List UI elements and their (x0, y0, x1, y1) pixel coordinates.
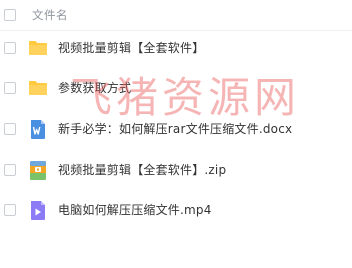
file-name[interactable]: 新手必学：如何解压rar文件压缩文件.docx (58, 120, 292, 137)
file-name[interactable]: 参数获取方式 (58, 79, 131, 96)
zip-archive-icon (30, 161, 46, 180)
row-checkbox[interactable] (4, 204, 16, 216)
row-checkbox[interactable] (4, 123, 16, 135)
folder-icon (29, 81, 47, 95)
row-checkbox[interactable] (4, 82, 16, 94)
file-row-archive[interactable]: 视频批量剪辑【全套软件】.zip (0, 150, 352, 190)
file-row-folder[interactable]: 参数获取方式 (0, 68, 352, 108)
file-name[interactable]: 视频批量剪辑【全套软件】 (58, 39, 204, 56)
word-doc-icon (31, 120, 45, 139)
video-file-icon (31, 201, 45, 220)
select-all-checkbox[interactable] (4, 9, 16, 21)
file-row-video[interactable]: 电脑如何解压压缩文件.mp4 (0, 190, 352, 230)
file-name[interactable]: 电脑如何解压压缩文件.mp4 (58, 201, 212, 218)
file-list-header: 文件名 (0, 0, 352, 30)
file-row-folder[interactable]: 视频批量剪辑【全套软件】 (0, 28, 352, 68)
row-checkbox[interactable] (4, 42, 16, 54)
file-name[interactable]: 视频批量剪辑【全套软件】.zip (58, 161, 226, 178)
folder-icon (29, 41, 47, 55)
column-header-filename[interactable]: 文件名 (32, 7, 68, 23)
row-checkbox[interactable] (4, 164, 16, 176)
file-row-document[interactable]: 新手必学：如何解压rar文件压缩文件.docx (0, 109, 352, 149)
